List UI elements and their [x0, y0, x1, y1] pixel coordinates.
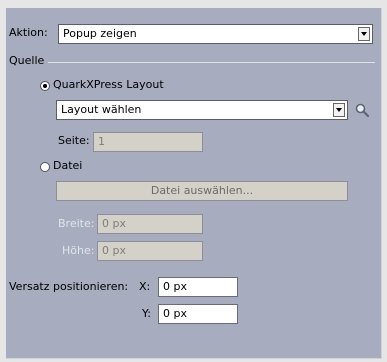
offset-x-value: 0 px	[163, 280, 187, 293]
offset-y-label: Y:	[142, 307, 151, 320]
chevron-down-icon[interactable]	[333, 103, 345, 117]
section-divider	[48, 62, 375, 63]
action-select[interactable]: Popup zeigen	[58, 24, 373, 44]
magnifier-icon[interactable]	[354, 102, 370, 118]
chevron-down-icon[interactable]	[358, 27, 370, 41]
layout-select[interactable]: Layout wählen	[56, 100, 348, 120]
offset-x-field[interactable]: 0 px	[158, 277, 238, 297]
page-field[interactable]: 1	[93, 132, 203, 152]
width-field-value: 0 px	[102, 217, 126, 230]
layout-radio[interactable]	[40, 81, 50, 91]
height-label: Höhe:	[62, 244, 95, 257]
file-radio[interactable]	[40, 162, 50, 172]
page-label: Seite:	[58, 134, 90, 147]
choose-file-button[interactable]: Datei auswählen...	[56, 181, 348, 201]
source-section-label: Quelle	[9, 54, 45, 67]
action-label: Aktion:	[9, 26, 48, 39]
offset-y-field[interactable]: 0 px	[158, 304, 238, 324]
offset-y-value: 0 px	[163, 307, 187, 320]
action-select-value: Popup zeigen	[63, 27, 137, 40]
height-field[interactable]: 0 px	[97, 241, 203, 261]
offset-x-label: X:	[139, 280, 151, 293]
properties-panel: Aktion: Popup zeigen Quelle QuarkXPress …	[6, 8, 382, 359]
height-field-value: 0 px	[102, 244, 126, 257]
file-radio-label: Datei	[53, 159, 83, 172]
width-field[interactable]: 0 px	[97, 214, 203, 234]
offset-label: Versatz positionieren:	[9, 280, 129, 293]
layout-radio-label: QuarkXPress Layout	[53, 78, 164, 91]
page-field-value: 1	[98, 135, 105, 148]
width-label: Breite:	[58, 217, 95, 230]
layout-select-value: Layout wählen	[61, 103, 142, 116]
